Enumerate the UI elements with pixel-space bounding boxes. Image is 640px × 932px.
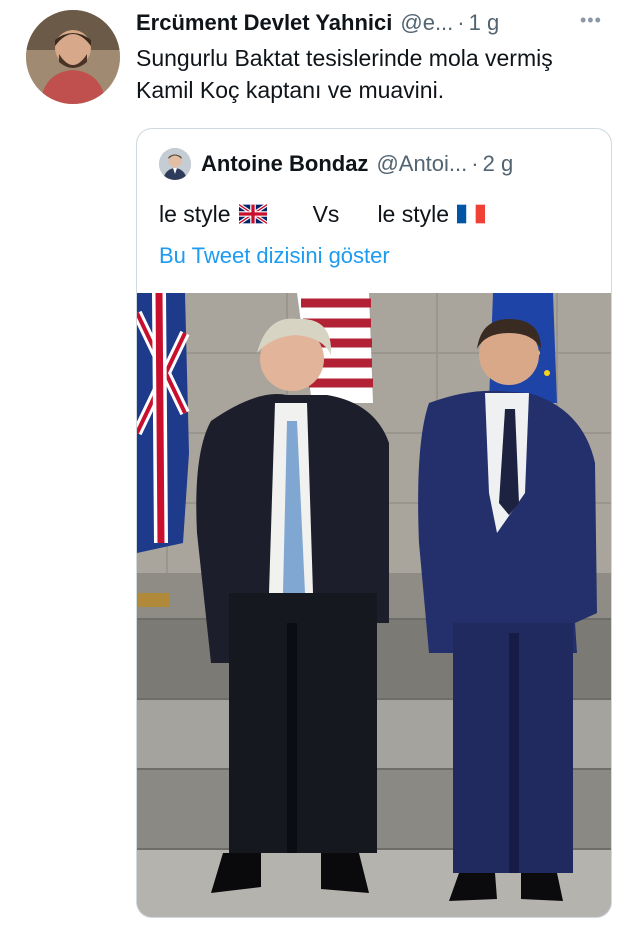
france-flag-icon (457, 204, 486, 224)
quoted-tweet[interactable]: Antoine Bondaz @Antoi... · 2 g le style … (136, 128, 612, 918)
tweet-header: Ercüment Devlet Yahnici @e... · 1 g (136, 6, 616, 40)
quoted-tweet-header: Antoine Bondaz @Antoi... · 2 g (159, 147, 599, 181)
quoted-author-name[interactable]: Antoine Bondaz (201, 151, 368, 177)
author-handle[interactable]: @e... (400, 10, 453, 36)
show-thread-link[interactable]: Bu Tweet dizisini göster (159, 243, 390, 269)
quoted-tweet-photo[interactable] (137, 293, 611, 917)
vs-label: Vs (312, 201, 340, 227)
quoted-author-handle[interactable]: @Antoi... (376, 151, 467, 177)
quoted-tweet-text: le style Vs le style (159, 197, 599, 231)
author-avatar[interactable] (26, 10, 120, 104)
quoted-timestamp[interactable]: 2 g (483, 151, 514, 177)
tweet-text: Sungurlu Baktat tesislerinde mola vermiş… (136, 45, 553, 103)
separator: · (457, 10, 465, 35)
quoted-text-part2: le style (377, 201, 450, 227)
uk-flag-icon (238, 204, 267, 224)
more-horizontal-icon[interactable]: ••• (580, 10, 634, 31)
timestamp[interactable]: 1 g (469, 10, 500, 36)
tweet[interactable]: Ercüment Devlet Yahnici @e... · 1 g ••• … (0, 0, 640, 932)
quoted-separator: · (471, 151, 479, 176)
quoted-author-avatar[interactable] (159, 148, 191, 180)
author-name[interactable]: Ercüment Devlet Yahnici (136, 10, 392, 36)
quoted-text-part1: le style (159, 201, 231, 227)
